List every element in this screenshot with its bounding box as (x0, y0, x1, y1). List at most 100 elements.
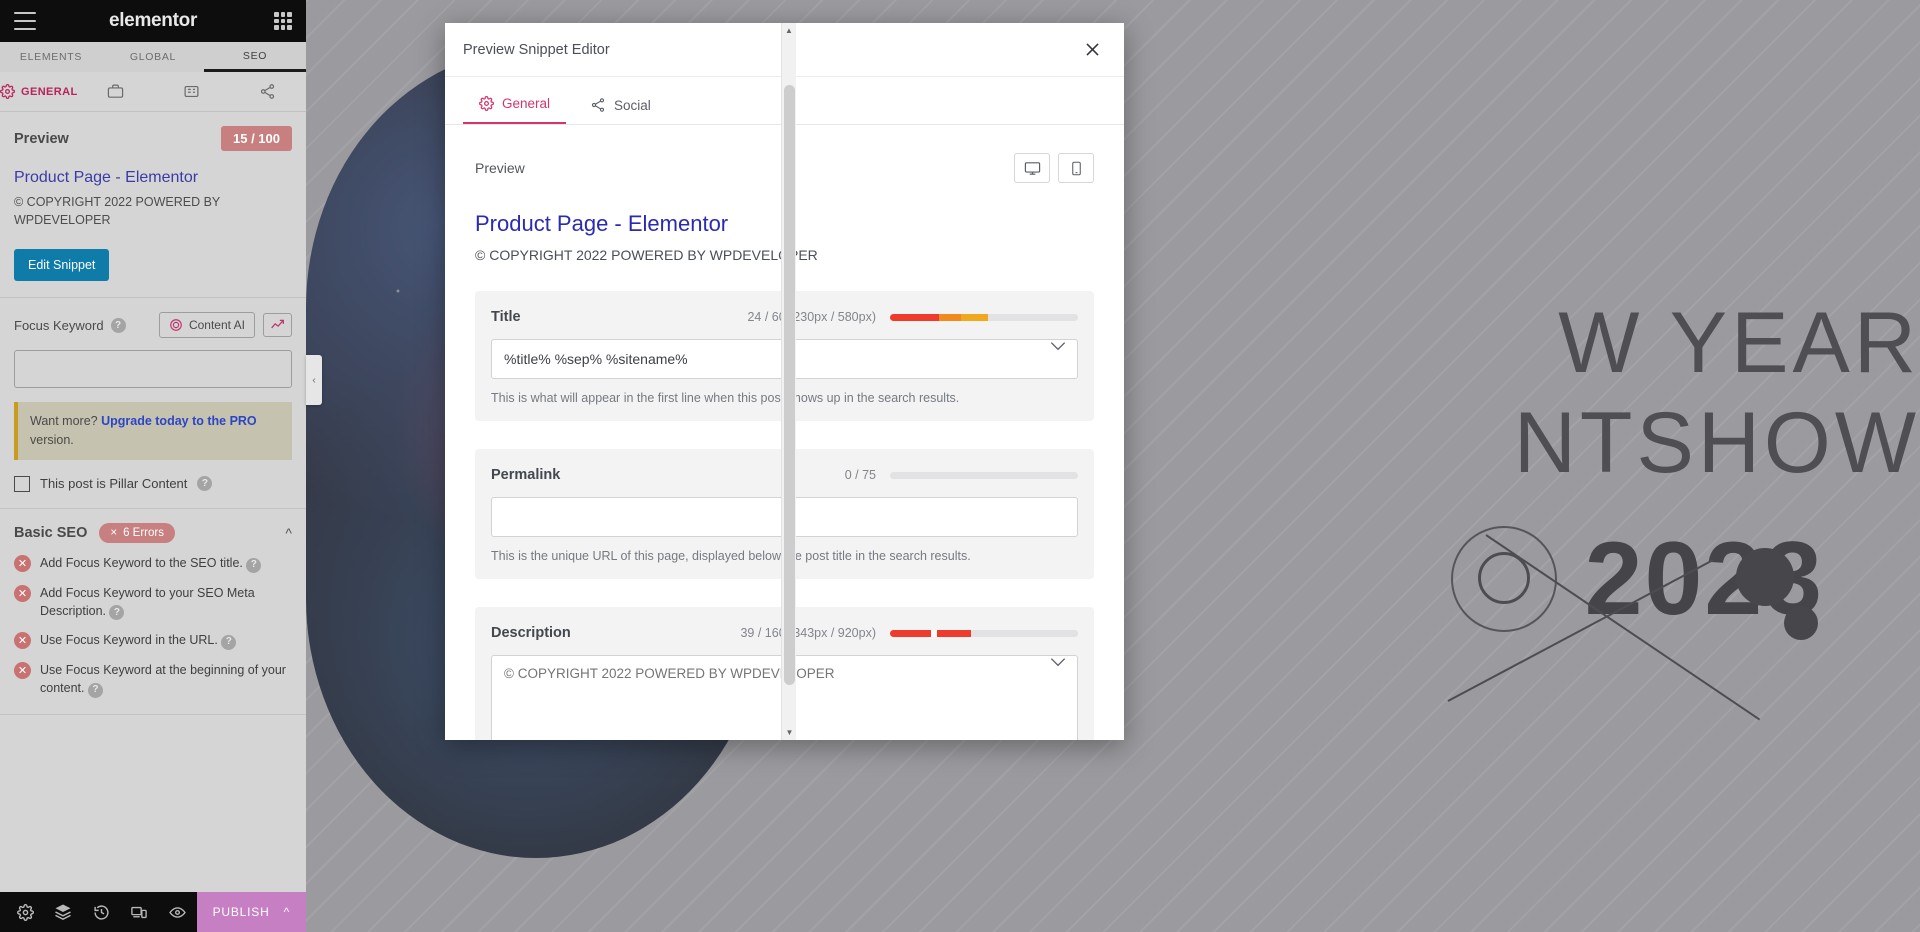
preview-section: Preview 15 / 100 Product Page - Elemento… (0, 112, 306, 299)
tab-elements[interactable]: ELEMENTS (0, 42, 102, 72)
panel-body: Preview 15 / 100 Product Page - Elemento… (0, 112, 306, 932)
panel-header: elementor (0, 0, 306, 42)
error-icon: ✕ (14, 662, 31, 680)
panel-tabs: ELEMENTS GLOBAL SEO (0, 42, 306, 72)
panel-collapse-handle[interactable]: ‹ (306, 355, 322, 405)
history-icon[interactable] (82, 892, 120, 932)
tab-general-label: General (502, 96, 551, 111)
chevron-down-icon[interactable] (1050, 338, 1066, 356)
focus-keyword-label: Focus Keyword (14, 317, 104, 333)
gear-icon[interactable] (6, 892, 44, 932)
notice-suffix: version. (30, 433, 74, 447)
help-icon[interactable]: ? (87, 683, 103, 698)
field-title-label: Title (491, 309, 521, 325)
field-description-counter: 39 / 160 (343px / 920px) (740, 626, 876, 640)
close-icon: × (110, 526, 118, 539)
pillar-content-label: This post is Pillar Content (40, 476, 188, 492)
seo-subtabs: GENERAL (0, 72, 306, 112)
field-permalink-label: Permalink (491, 467, 561, 483)
field-permalink-counter: 0 / 75 (844, 468, 876, 482)
list-item[interactable]: ✕ Use Focus Keyword at the beginning of … (14, 661, 292, 698)
content-ai-icon (170, 319, 182, 332)
pillar-content-checkbox[interactable] (14, 475, 30, 492)
error-count-label: 6 Errors (123, 526, 164, 539)
scroll-down-arrow[interactable]: ▼ (782, 725, 797, 740)
preview-label: Preview (475, 160, 525, 176)
pillar-content-row: This post is Pillar Content ? (14, 475, 292, 492)
error-text: Add Focus Keyword to the SEO title. ? (40, 554, 262, 573)
edit-snippet-button[interactable]: Edit Snippet (14, 249, 110, 282)
modal-title: Preview Snippet Editor (463, 41, 610, 58)
publish-button[interactable]: PUBLISH ^ (196, 892, 306, 932)
article-icon (184, 85, 199, 98)
subtab-general[interactable]: GENERAL (0, 84, 78, 99)
focus-keyword-section: Focus Keyword ? Content AI Want more? Up… (0, 298, 306, 509)
responsive-icon[interactable] (120, 892, 158, 932)
tab-social[interactable]: Social (574, 97, 667, 124)
scrollbar-thumb (784, 85, 795, 685)
subtab-schema[interactable] (154, 83, 230, 100)
focus-keyword-input[interactable] (14, 350, 292, 389)
preview-heading: Preview (14, 130, 69, 147)
close-icon[interactable] (1078, 36, 1106, 64)
chevron-up-icon[interactable]: ^ (284, 905, 290, 919)
field-description-label: Description (491, 625, 571, 641)
subtab-social[interactable] (78, 83, 154, 100)
tab-general[interactable]: General (463, 96, 567, 124)
content-ai-label: Content AI (188, 318, 245, 333)
tab-seo[interactable]: SEO (204, 42, 306, 72)
error-text: Add Focus Keyword to your SEO Meta Descr… (40, 584, 292, 621)
mobile-icon[interactable] (1058, 153, 1094, 183)
field-title-counter: 24 / 60 (230px / 580px) (747, 310, 876, 324)
publish-label: PUBLISH (212, 905, 270, 919)
elementor-panel: elementor ELEMENTS GLOBAL SEO GENERAL Pr… (0, 0, 306, 932)
field-title-meter (890, 313, 1078, 321)
elementor-logo: elementor (108, 10, 198, 31)
error-icon: ✕ (14, 584, 31, 602)
basic-seo-title: Basic SEO (14, 524, 88, 541)
subtab-general-label: GENERAL (21, 85, 78, 98)
modal-scrollbar[interactable]: ▲ ▼ (781, 23, 796, 740)
help-icon[interactable]: ? (109, 605, 125, 621)
panel-footer: PUBLISH ^ (0, 892, 306, 932)
chevron-up-icon[interactable]: ^ (285, 525, 292, 541)
trends-button[interactable] (263, 313, 292, 338)
focus-keyword-label-wrap: Focus Keyword ? (14, 317, 126, 333)
list-item[interactable]: ✕ Add Focus Keyword to the SEO title. ? (14, 554, 292, 573)
gear-icon (479, 96, 494, 111)
share-icon (261, 84, 275, 99)
preview-snippet-title[interactable]: Product Page - Elementor (14, 169, 292, 187)
focus-keyword-actions: Content AI (158, 312, 292, 339)
apps-grid-icon[interactable] (274, 12, 292, 30)
basic-seo-section: Basic SEO × 6 Errors ^ ✕ Add Focus Keywo… (0, 509, 306, 715)
chevron-down-icon[interactable] (1050, 654, 1066, 672)
screen: W YEAR NTSHOW 2023 elementor ELEMENTS GL… (0, 0, 1920, 932)
tab-social-label: Social (614, 97, 651, 113)
error-text: Use Focus Keyword at the beginning of yo… (40, 661, 292, 698)
subtab-advanced[interactable] (230, 83, 306, 100)
content-ai-button[interactable]: Content AI (158, 312, 255, 339)
preview-snippet-description: © COPYRIGHT 2022 POWERED BY WPDEVELOPER (14, 195, 221, 228)
tab-global[interactable]: GLOBAL (102, 42, 204, 72)
pro-upgrade-notice: Want more? Upgrade today to the PRO vers… (14, 402, 292, 460)
device-toggle-group (1014, 153, 1094, 183)
briefcase-icon (107, 84, 124, 98)
help-icon[interactable]: ? (246, 557, 262, 573)
upgrade-pro-link[interactable]: Upgrade today to the PRO (101, 414, 257, 428)
help-icon[interactable]: ? (221, 635, 237, 651)
menu-icon[interactable] (14, 12, 36, 30)
list-item[interactable]: ✕ Add Focus Keyword to your SEO Meta Des… (14, 584, 292, 621)
desktop-icon[interactable] (1014, 153, 1050, 183)
layers-icon[interactable] (44, 892, 82, 932)
basic-seo-head: Basic SEO × 6 Errors (14, 522, 175, 543)
gear-icon (0, 84, 15, 99)
list-item[interactable]: ✕ Use Focus Keyword in the URL. ? (14, 631, 292, 651)
trending-up-icon (271, 319, 284, 329)
error-icon: ✕ (14, 632, 31, 650)
help-icon[interactable]: ? (110, 317, 126, 333)
error-text: Use Focus Keyword in the URL. ? (40, 631, 237, 651)
help-icon[interactable]: ? (197, 476, 213, 492)
scroll-up-arrow[interactable]: ▲ (782, 23, 796, 38)
preview-eye-icon[interactable] (158, 892, 196, 932)
notice-prefix: Want more? (30, 414, 102, 429)
